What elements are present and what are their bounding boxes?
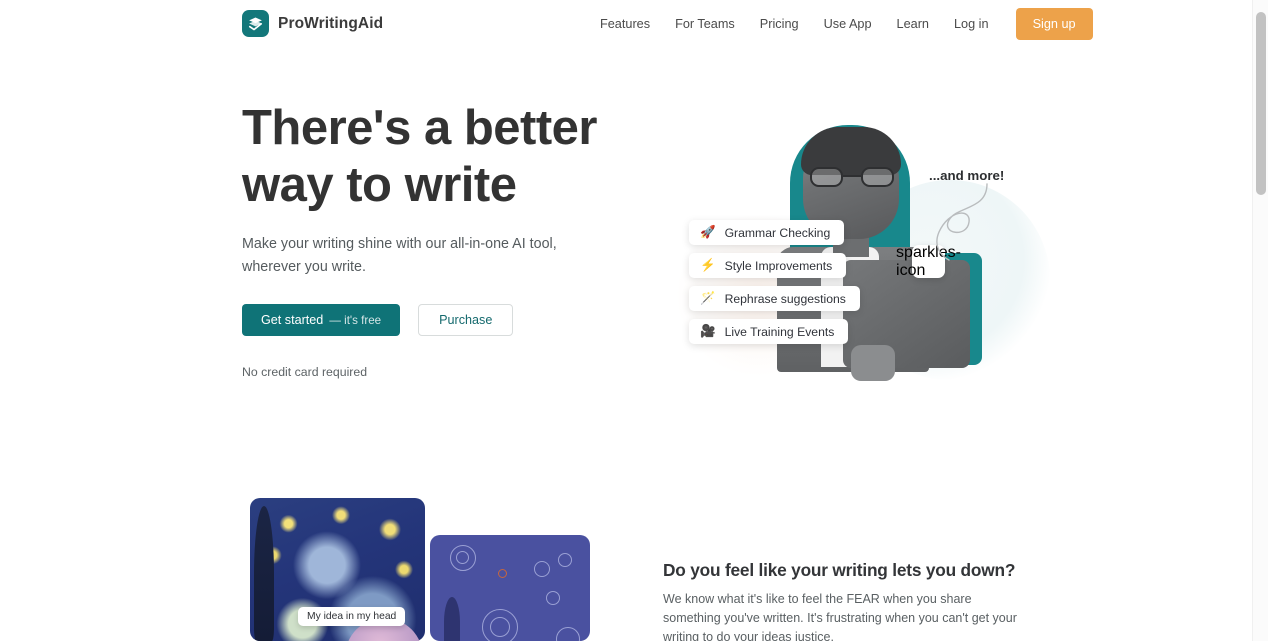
- hero-title: There's a better way to write: [242, 101, 597, 212]
- cypress-tree-shape: [254, 506, 274, 641]
- hero-illustration: sparkles-icon ...and more! 🚀 Grammar Che…: [655, 95, 1050, 395]
- pointer-squiggle-icon: [936, 183, 988, 261]
- feature-chip-label: Grammar Checking: [724, 225, 831, 240]
- feature-chip-label: Live Training Events: [724, 324, 835, 339]
- lightning-icon: ⚡: [700, 258, 716, 272]
- hero-cta-row: Get started — it's free Purchase: [242, 304, 514, 336]
- pages-check-icon: [242, 10, 269, 37]
- feature-chip-style-improvements[interactable]: ⚡ Style Improvements: [689, 253, 847, 278]
- feature-chip-grammar-checking[interactable]: 🚀 Grammar Checking: [689, 220, 845, 245]
- feature-chip-label: Rephrase suggestions: [724, 291, 846, 306]
- magic-wand-icon: 🪄: [700, 291, 716, 305]
- lower-artwork: My idea in my head: [250, 498, 590, 641]
- brand-logo[interactable]: ProWritingAid: [242, 10, 383, 37]
- nav-link-pricing[interactable]: Pricing: [760, 17, 799, 31]
- lower-section-body: We know what it's like to feel the FEAR …: [663, 592, 1017, 641]
- blue-canvas-image: [430, 535, 590, 641]
- feature-chip-list: 🚀 Grammar Checking ⚡ Style Improvements …: [689, 220, 860, 344]
- landing-page: ProWritingAid Features For Teams Pricing…: [0, 0, 1268, 641]
- top-navigation: ProWritingAid Features For Teams Pricing…: [0, 0, 1252, 48]
- get-started-label: Get started: [261, 313, 324, 327]
- scrollbar-thumb[interactable]: [1256, 12, 1266, 195]
- nav-link-features[interactable]: Features: [600, 17, 650, 31]
- person-hand: [851, 345, 895, 381]
- no-credit-card-note: No credit card required: [242, 365, 368, 379]
- nav-links: Features For Teams Pricing Use App Learn…: [600, 0, 1093, 48]
- feature-chip-rephrase-suggestions[interactable]: 🪄 Rephrase suggestions: [689, 286, 860, 311]
- get-started-button[interactable]: Get started — it's free: [242, 304, 401, 336]
- movie-camera-icon: 🎥: [700, 324, 716, 338]
- lower-section-title: Do you feel like your writing lets you d…: [663, 560, 1016, 580]
- idea-in-head-label: My idea in my head: [298, 607, 406, 626]
- nav-link-log-in[interactable]: Log in: [954, 17, 989, 31]
- lower-text-block: Do you feel like your writing lets you d…: [663, 560, 1018, 641]
- page-scrollbar[interactable]: [1252, 0, 1268, 641]
- and-more-annotation: ...and more!: [929, 168, 1005, 183]
- purchase-button[interactable]: Purchase: [418, 304, 514, 336]
- feature-chip-live-training-events[interactable]: 🎥 Live Training Events: [689, 319, 849, 344]
- nav-link-learn[interactable]: Learn: [897, 17, 929, 31]
- sign-up-button[interactable]: Sign up: [1015, 8, 1093, 40]
- nav-link-use-app[interactable]: Use App: [824, 17, 872, 31]
- glasses-icon: [810, 167, 894, 187]
- feature-chip-label: Style Improvements: [724, 258, 833, 273]
- nav-link-for-teams[interactable]: For Teams: [675, 17, 735, 31]
- brand-name: ProWritingAid: [278, 14, 384, 32]
- rocket-icon: 🚀: [700, 225, 716, 239]
- hero-subtitle: Make your writing shine with our all-in-…: [242, 236, 557, 275]
- get-started-free-label: — it's free: [329, 313, 382, 327]
